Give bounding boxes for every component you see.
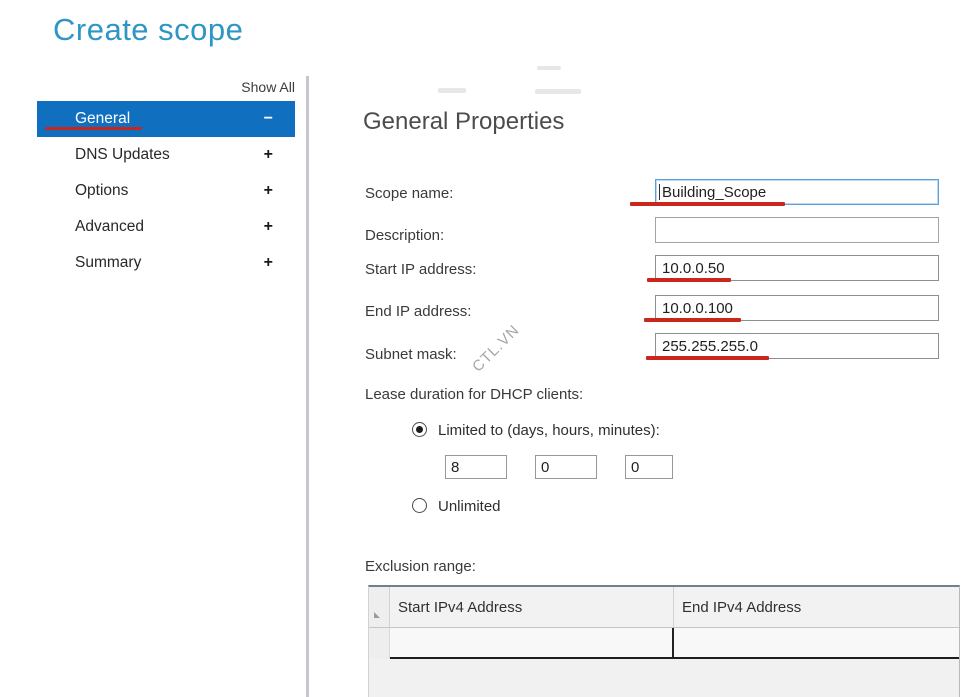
column-header-end-ipv4: End IPv4 Address [674, 587, 959, 627]
section-heading: General Properties [363, 108, 564, 136]
watermark-remnant [438, 88, 466, 93]
sidebar-item-label: DNS Updates [75, 146, 170, 164]
annotation-underline [45, 127, 142, 130]
collapse-icon[interactable]: − [264, 110, 273, 128]
subnet-mask-label: Subnet mask: [365, 346, 457, 363]
sidebar-item-summary[interactable]: Summary + [37, 245, 295, 281]
exclusion-range-table: Start IPv4 Address End IPv4 Address [368, 585, 960, 697]
lease-hours-input[interactable] [535, 455, 597, 479]
description-input[interactable] [655, 217, 939, 243]
annotation-underline [647, 278, 731, 282]
lease-duration-label: Lease duration for DHCP clients: [365, 386, 583, 403]
start-ip-label: Start IP address: [365, 261, 476, 278]
watermark-remnant [535, 89, 581, 94]
create-scope-window: Create scope Show All General − DNS Upda… [0, 0, 970, 697]
unlimited-label: Unlimited [438, 498, 501, 515]
end-ipv4-cell[interactable] [674, 628, 959, 657]
page-title: Create scope [53, 12, 243, 48]
sidebar-item-advanced[interactable]: Advanced + [37, 209, 295, 245]
annotation-underline [630, 202, 785, 206]
description-label: Description: [365, 227, 444, 244]
row-selector[interactable] [369, 628, 390, 659]
text-caret [659, 184, 660, 200]
annotation-underline [644, 318, 741, 322]
limited-to-radio[interactable] [412, 422, 427, 437]
row-selector-header [369, 587, 390, 627]
sidebar-item-dns-updates[interactable]: DNS Updates + [37, 137, 295, 173]
expand-icon[interactable]: + [264, 254, 273, 272]
limited-to-label: Limited to (days, hours, minutes): [438, 422, 660, 439]
expand-icon[interactable]: + [264, 182, 273, 200]
scope-name-label: Scope name: [365, 185, 453, 202]
end-ip-label: End IP address: [365, 303, 471, 320]
sidebar-divider [306, 76, 309, 697]
table-header-row: Start IPv4 Address End IPv4 Address [369, 587, 959, 628]
annotation-underline [646, 356, 769, 360]
sidebar-item-label: General [75, 110, 130, 128]
table-row [369, 628, 959, 659]
sidebar-item-label: Advanced [75, 218, 144, 236]
watermark-remnant [537, 66, 561, 70]
expand-icon[interactable]: + [264, 146, 273, 164]
start-ipv4-cell[interactable] [390, 628, 674, 657]
exclusion-range-label: Exclusion range: [365, 558, 476, 575]
column-header-start-ipv4: Start IPv4 Address [390, 587, 674, 627]
expand-icon[interactable]: + [264, 218, 273, 236]
sidebar-item-label: Summary [75, 254, 141, 272]
selector-triangle-icon [374, 612, 380, 618]
unlimited-radio[interactable] [412, 498, 427, 513]
sidebar-item-options[interactable]: Options + [37, 173, 295, 209]
show-all-link[interactable]: Show All [212, 79, 295, 95]
sidebar-item-general[interactable]: General − [37, 101, 295, 137]
lease-days-input[interactable] [445, 455, 507, 479]
sidebar-item-label: Options [75, 182, 128, 200]
lease-minutes-input[interactable] [625, 455, 673, 479]
